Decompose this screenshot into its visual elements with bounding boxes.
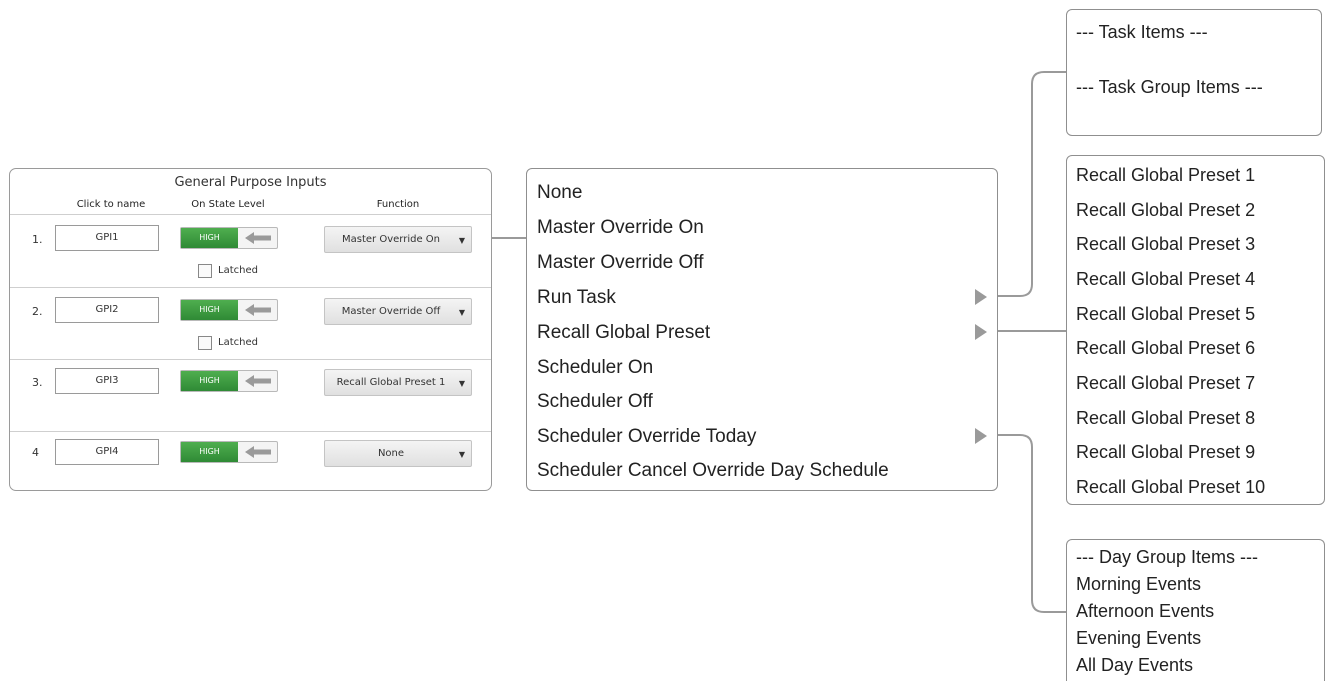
connector-run-task bbox=[998, 71, 1066, 297]
gpi-name-input[interactable]: GPI4 bbox=[55, 439, 159, 465]
row-divider bbox=[10, 287, 491, 288]
header-on-state-level: On State Level bbox=[191, 199, 265, 210]
left-arrow-icon bbox=[245, 375, 271, 387]
day-item-all-day[interactable]: All Day Events bbox=[1076, 655, 1193, 676]
caret-down-icon: ▼ bbox=[458, 379, 465, 388]
on-state-toggle[interactable]: HIGH bbox=[180, 370, 278, 392]
day-item-afternoon[interactable]: Afternoon Events bbox=[1076, 601, 1214, 622]
day-group-submenu: --- Day Group Items --- Morning Events A… bbox=[1066, 539, 1325, 681]
left-arrow-icon bbox=[245, 304, 271, 316]
preset-item[interactable]: Recall Global Preset 4 bbox=[1076, 269, 1255, 290]
chevron-right-icon bbox=[975, 289, 987, 305]
menu-item-master-override-on[interactable]: Master Override On bbox=[537, 217, 704, 239]
connector-scheduler-override bbox=[998, 434, 1066, 613]
row-number: 3. bbox=[32, 376, 43, 389]
function-dropdown[interactable]: None ▼ bbox=[324, 440, 472, 467]
row-divider bbox=[10, 214, 491, 215]
row-number: 4 bbox=[32, 446, 39, 459]
caret-down-icon: ▼ bbox=[458, 308, 465, 317]
latched-checkbox[interactable] bbox=[198, 336, 212, 350]
preset-item[interactable]: Recall Global Preset 8 bbox=[1076, 408, 1255, 429]
header-click-to-name: Click to name bbox=[76, 199, 146, 210]
function-dropdown[interactable]: Master Override On ▼ bbox=[324, 226, 472, 253]
panel-title: General Purpose Inputs bbox=[174, 175, 327, 190]
preset-item[interactable]: Recall Global Preset 9 bbox=[1076, 442, 1255, 463]
row-number: 2. bbox=[32, 305, 43, 318]
gpi-panel: General Purpose Inputs Click to name On … bbox=[9, 168, 492, 491]
function-menu: None Master Override On Master Override … bbox=[526, 168, 998, 491]
toggle-high-label: HIGH bbox=[181, 442, 238, 462]
menu-item-recall-global-preset[interactable]: Recall Global Preset bbox=[537, 322, 710, 344]
left-arrow-icon bbox=[245, 232, 271, 244]
menu-item-scheduler-off[interactable]: Scheduler Off bbox=[537, 391, 653, 413]
menu-item-none[interactable]: None bbox=[537, 182, 582, 204]
latched-label: Latched bbox=[218, 337, 258, 348]
menu-item-scheduler-on[interactable]: Scheduler On bbox=[537, 357, 653, 379]
on-state-toggle[interactable]: HIGH bbox=[180, 227, 278, 249]
menu-item-master-override-off[interactable]: Master Override Off bbox=[537, 252, 703, 274]
caret-down-icon: ▼ bbox=[458, 236, 465, 245]
dropdown-value: Master Override Off bbox=[341, 306, 441, 317]
preset-item[interactable]: Recall Global Preset 5 bbox=[1076, 304, 1255, 325]
task-group-items-header[interactable]: --- Task Group Items --- bbox=[1076, 77, 1263, 98]
dropdown-value: Master Override On bbox=[342, 234, 440, 245]
on-state-toggle[interactable]: HIGH bbox=[180, 299, 278, 321]
day-group-items-header[interactable]: --- Day Group Items --- bbox=[1076, 547, 1258, 568]
menu-item-run-task[interactable]: Run Task bbox=[537, 287, 616, 309]
gpi-name-input[interactable]: GPI1 bbox=[55, 225, 159, 251]
row-divider bbox=[10, 431, 491, 432]
day-item-morning[interactable]: Morning Events bbox=[1076, 574, 1201, 595]
day-item-evening[interactable]: Evening Events bbox=[1076, 628, 1201, 649]
toggle-high-label: HIGH bbox=[181, 300, 238, 320]
function-dropdown[interactable]: Recall Global Preset 1 ▼ bbox=[324, 369, 472, 396]
task-items-header[interactable]: --- Task Items --- bbox=[1076, 22, 1208, 43]
task-submenu: --- Task Items --- --- Task Group Items … bbox=[1066, 9, 1322, 136]
left-arrow-icon bbox=[245, 446, 271, 458]
preset-submenu: Recall Global Preset 1 Recall Global Pre… bbox=[1066, 155, 1325, 505]
preset-item[interactable]: Recall Global Preset 1 bbox=[1076, 165, 1255, 186]
preset-item[interactable]: Recall Global Preset 10 bbox=[1076, 477, 1265, 498]
toggle-high-label: HIGH bbox=[181, 228, 238, 248]
latched-label: Latched bbox=[218, 265, 258, 276]
chevron-right-icon bbox=[975, 428, 987, 444]
caret-down-icon: ▼ bbox=[458, 450, 465, 459]
dropdown-value: Recall Global Preset 1 bbox=[336, 377, 446, 388]
row-divider bbox=[10, 359, 491, 360]
preset-item[interactable]: Recall Global Preset 2 bbox=[1076, 200, 1255, 221]
chevron-right-icon bbox=[975, 324, 987, 340]
menu-item-scheduler-override-today[interactable]: Scheduler Override Today bbox=[537, 426, 756, 448]
preset-item[interactable]: Recall Global Preset 3 bbox=[1076, 234, 1255, 255]
row-number: 1. bbox=[32, 233, 43, 246]
menu-item-scheduler-cancel-override[interactable]: Scheduler Cancel Override Day Schedule bbox=[537, 460, 889, 482]
toggle-high-label: HIGH bbox=[181, 371, 238, 391]
latched-checkbox[interactable] bbox=[198, 264, 212, 278]
preset-item[interactable]: Recall Global Preset 6 bbox=[1076, 338, 1255, 359]
preset-item[interactable]: Recall Global Preset 7 bbox=[1076, 373, 1255, 394]
function-dropdown[interactable]: Master Override Off ▼ bbox=[324, 298, 472, 325]
gpi-name-input[interactable]: GPI3 bbox=[55, 368, 159, 394]
on-state-toggle[interactable]: HIGH bbox=[180, 441, 278, 463]
gpi-name-input[interactable]: GPI2 bbox=[55, 297, 159, 323]
header-function: Function bbox=[376, 199, 420, 210]
dropdown-value: None bbox=[377, 448, 405, 459]
